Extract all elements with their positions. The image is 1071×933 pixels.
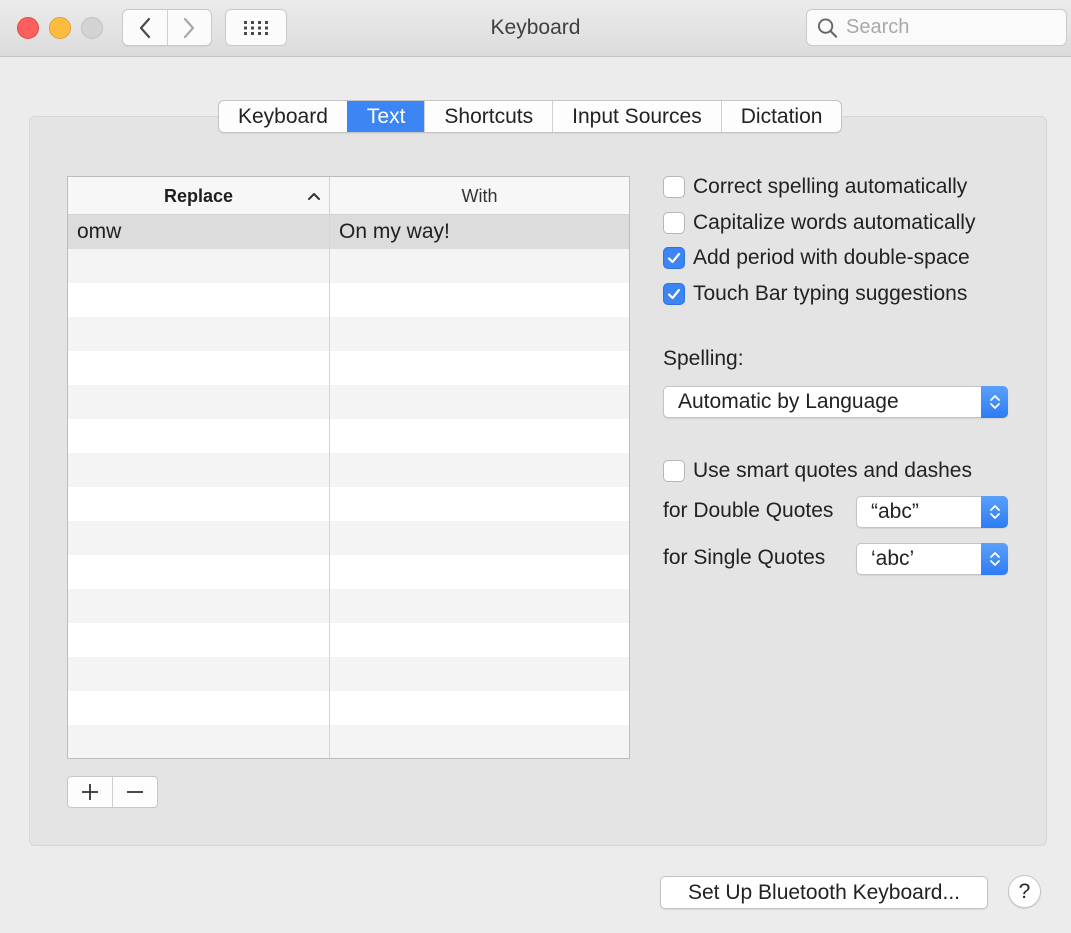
remove-replacement-button[interactable]: [112, 777, 157, 807]
table-row-empty: [68, 725, 629, 758]
table-row-empty: [68, 521, 629, 555]
capitalize-words-label: Capitalize words automatically: [693, 211, 976, 234]
show-all-button[interactable]: [225, 9, 287, 46]
table-row-empty: [68, 453, 629, 487]
capitalize-words-checkbox[interactable]: Capitalize words automatically: [663, 211, 975, 235]
plus-icon: [82, 784, 98, 800]
add-replacement-button[interactable]: [68, 777, 112, 807]
minus-icon: [127, 791, 143, 793]
cell-replace: omw: [68, 215, 330, 249]
navigation-buttons: [122, 9, 212, 46]
table-row-empty: [68, 555, 629, 589]
tab-input-sources[interactable]: Input Sources: [552, 101, 721, 132]
checkmark-icon: [667, 252, 681, 264]
tab-shortcuts[interactable]: Shortcuts: [424, 101, 552, 132]
checkbox-unchecked[interactable]: [663, 176, 685, 198]
chevron-left-icon: [139, 17, 150, 38]
table-row[interactable]: omw On my way!: [68, 215, 629, 249]
single-quotes-value: ‘abc’: [871, 547, 915, 570]
touch-bar-checkbox[interactable]: Touch Bar typing suggestions: [663, 282, 967, 306]
table-row-empty: [68, 317, 629, 351]
title-bar: Keyboard: [0, 0, 1071, 57]
column-header-with[interactable]: With: [330, 177, 629, 214]
table-row-empty: [68, 487, 629, 521]
table-row-empty: [68, 249, 629, 283]
checkbox-unchecked[interactable]: [663, 460, 685, 482]
table-row-empty: [68, 623, 629, 657]
text-replacement-table[interactable]: Replace With omw On my way!: [67, 176, 630, 759]
smart-quotes-label: Use smart quotes and dashes: [693, 459, 972, 482]
double-quotes-value: “abc”: [871, 500, 919, 523]
checkbox-unchecked[interactable]: [663, 212, 685, 234]
table-row-empty: [68, 691, 629, 725]
minimize-window-button[interactable]: [49, 17, 71, 39]
forward-button[interactable]: [166, 10, 212, 45]
zoom-window-button[interactable]: [81, 17, 103, 39]
double-quotes-label: for Double Quotes: [663, 499, 834, 522]
up-down-chevron-icon: [989, 505, 1000, 519]
cell-with: On my way!: [339, 220, 450, 243]
grid-icon: [244, 20, 268, 35]
tab-dictation[interactable]: Dictation: [720, 101, 842, 132]
column-header-replace[interactable]: Replace: [68, 177, 330, 214]
correct-spelling-checkbox[interactable]: Correct spelling automatically: [663, 175, 967, 199]
double-quotes-popup[interactable]: “abc”: [856, 496, 1008, 528]
spelling-label: Spelling:: [663, 347, 744, 370]
table-row-empty: [68, 385, 629, 419]
chevron-right-icon: [184, 17, 195, 38]
single-quotes-label: for Single Quotes: [663, 546, 826, 569]
back-button[interactable]: [123, 10, 167, 45]
up-down-chevron-icon: [989, 552, 1000, 566]
add-period-checkbox[interactable]: Add period with double-space: [663, 246, 970, 270]
search-field[interactable]: [806, 9, 1067, 46]
help-button[interactable]: ?: [1008, 875, 1041, 908]
table-header: Replace With: [68, 177, 629, 215]
add-period-label: Add period with double-space: [693, 246, 970, 269]
checkbox-checked[interactable]: [663, 283, 685, 305]
column-header-replace-label: Replace: [163, 186, 234, 206]
table-row-empty: [68, 419, 629, 453]
checkmark-icon: [667, 288, 681, 300]
table-body: omw On my way!: [68, 215, 629, 758]
sort-ascending-icon: [308, 193, 320, 200]
close-window-button[interactable]: [17, 17, 39, 39]
table-row-empty: [68, 351, 629, 385]
table-row-empty: [68, 657, 629, 691]
checkbox-checked[interactable]: [663, 247, 685, 269]
table-row-empty: [68, 283, 629, 317]
tab-text[interactable]: Text: [346, 101, 425, 132]
correct-spelling-label: Correct spelling automatically: [693, 175, 968, 198]
tab-bar: Keyboard Text Shortcuts Input Sources Di…: [218, 100, 843, 133]
popup-stepper: [981, 386, 1008, 418]
tab-keyboard[interactable]: Keyboard: [219, 101, 347, 132]
popup-stepper: [981, 543, 1008, 575]
search-input[interactable]: [846, 16, 1066, 39]
smart-quotes-checkbox[interactable]: Use smart quotes and dashes: [663, 459, 972, 483]
single-quotes-popup[interactable]: ‘abc’: [856, 543, 1008, 575]
spelling-popup[interactable]: Automatic by Language: [663, 386, 1008, 418]
up-down-chevron-icon: [989, 395, 1000, 409]
set-up-bluetooth-keyboard-button[interactable]: Set Up Bluetooth Keyboard...: [660, 876, 988, 909]
table-row-empty: [68, 589, 629, 623]
column-header-with-label: With: [461, 186, 498, 206]
popup-stepper: [981, 496, 1008, 528]
spelling-value: Automatic by Language: [678, 390, 899, 413]
add-remove-control: [67, 776, 158, 808]
search-icon: [817, 17, 838, 38]
touch-bar-label: Touch Bar typing suggestions: [693, 282, 968, 305]
